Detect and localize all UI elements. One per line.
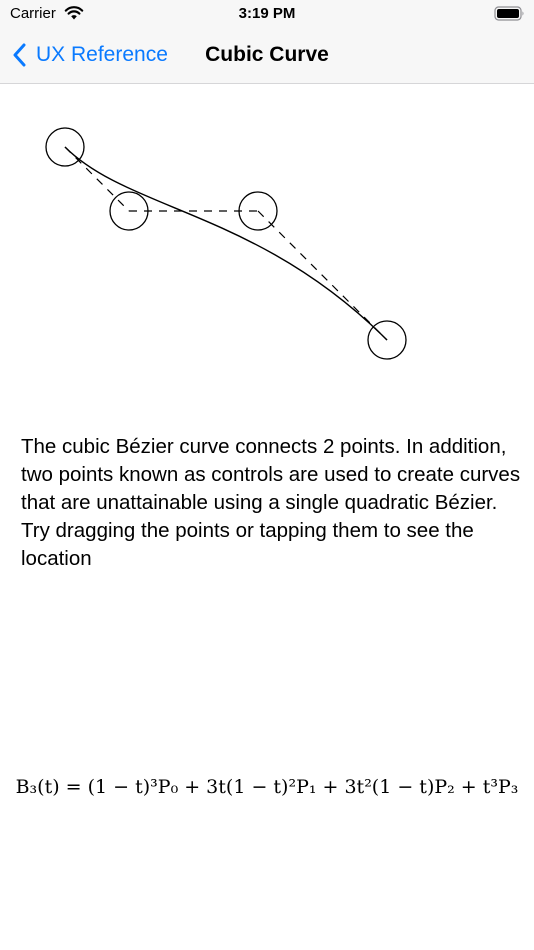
status-time: 3:19 PM [238,5,296,22]
cubic-curve [64,146,388,341]
status-bar: Carrier 3:19 PM [0,0,534,28]
bezier-formula: B₃(t) = (1 − t)³P₀ + 3t(1 − t)²P₁ + 3t²(… [15,776,519,798]
navigation-bar: UX Reference Cubic Curve [0,28,534,84]
bezier-canvas[interactable] [0,84,534,404]
instruction-paragraph: Try dragging the points or tapping them … [21,519,474,570]
page-title: Cubic Curve [205,43,329,66]
description-paragraph: The cubic Bézier curve connects 2 points… [21,435,521,514]
control-line-end [257,210,388,341]
bezier-drawing[interactable] [0,84,534,404]
battery-icon [494,6,524,21]
description-text: The cubic Bézier curve connects 2 points… [21,433,521,573]
